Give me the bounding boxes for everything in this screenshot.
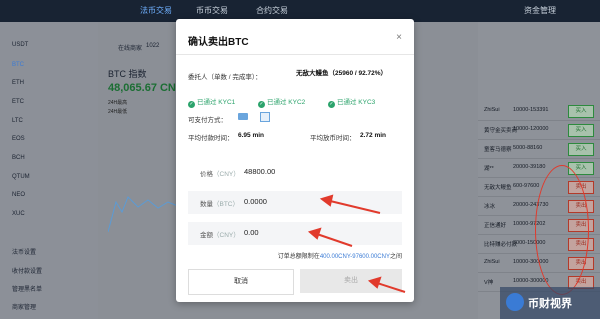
watermark-logo-icon (506, 293, 524, 311)
sell-buttons-highlight (535, 165, 589, 295)
watermark-text: 币财视界 (528, 298, 572, 310)
annotation-arrows (307, 194, 406, 293)
watermark: 币财视界 (500, 287, 600, 319)
